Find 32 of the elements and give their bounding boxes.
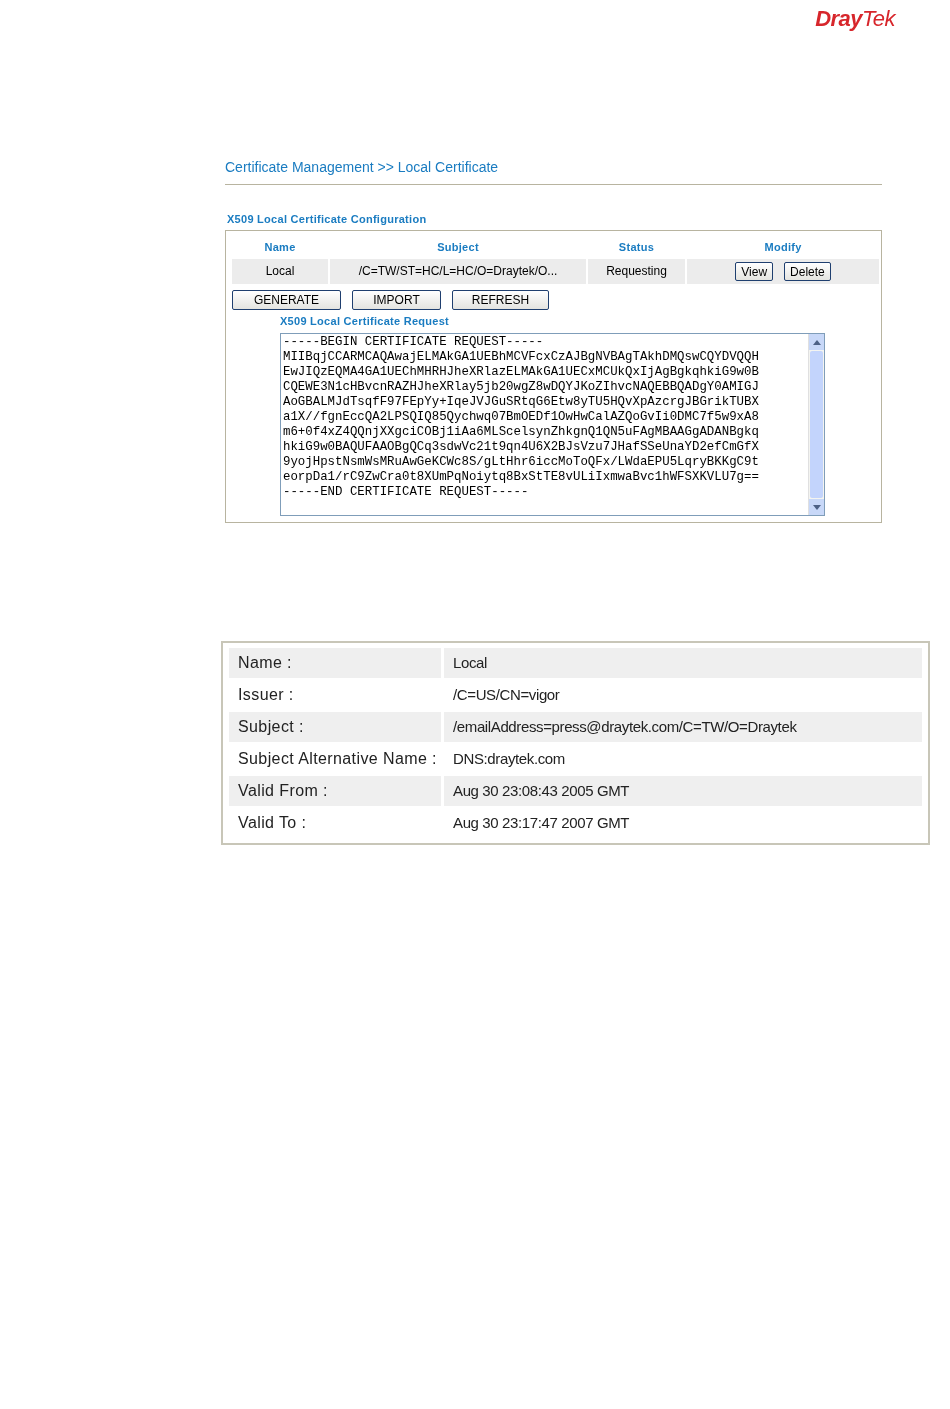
page-title: Certificate Management >> Local Certificate xyxy=(225,158,500,177)
scrollbar[interactable] xyxy=(808,334,824,515)
field-value: /C=US/CN=vigor xyxy=(452,684,561,705)
field-label: Issuer : xyxy=(237,685,295,705)
table-cell: Requesting xyxy=(588,258,685,284)
section-title: X509 Local Certificate Request xyxy=(280,313,451,329)
column-header: Name xyxy=(263,239,297,255)
field-value: /emailAddress=press@draytek.com/C=TW/O=Draytek xyxy=(444,712,922,742)
request-text-area[interactable]: -----BEGIN CERTIFICATE REQUEST----- MIIBqjCCARMCAQAwajELMAkGA1UEBhMCVFcxCzAJBgNVBAgTAkhDMQswCQYDVQQH EwJIQzEQMA4GA1UEChMHRHJheXRlazELMAkGA1UECxMCUkQxIjAgBgkqhkiG9w0B CQEWE3N1cHBvcnRAZHJheXRlay5jb20wgZ8wDQYJKoZIhvcNAQEBBQADgY0AMIGJ AoGBALMJdTsqfF97FEpYy+IqeJVJGuSRtqG6Etw8yTU5HQvXpAzcrgJBGrikTUBX a1X//fgnEccQA2LPSQIQ85Qychwq07BmOEDf1OwHwCalAZQoGvIi0DMC7f5w9xA8 m6+0f4xZ4QQnjXXgciCOBj1iAa6MLScelsynZhkgnQ1QN5uFAgMBAAGgADANBgkq hkiG9w0BAQUFAAOBgQCq3sdwVc21t9qn4U6X2BJsVzu7JHafSSeUnaYD2efCmGfX 9yojHpstNsmWsMRuAwGeKCWc8S/gLtHhr6iccMoToQFx/LWdaEPU5LqryBKKgC9t eorpDa1/rC9ZwCra0t8XUmPqNoiytq8BxStTE8vULiIxmwaBvc1hWFSXKVLU7g== -----END CERTIFICATE REQUEST----- xyxy=(280,333,825,516)
scroll-down-icon[interactable] xyxy=(812,504,821,510)
field-label: Subject Alternative Name : xyxy=(237,749,438,769)
field-label: Subject : xyxy=(229,712,441,742)
field-value: DNS:draytek.com xyxy=(452,748,566,769)
field-value: Aug 30 23:17:47 2007 GMT xyxy=(452,812,631,833)
field-value: Local xyxy=(444,648,922,678)
field-label: Valid From : xyxy=(229,776,441,806)
action-button[interactable]: IMPORT xyxy=(352,289,441,310)
table-cell: Local xyxy=(232,258,328,284)
scroll-up-icon[interactable] xyxy=(812,339,821,345)
field-value: Aug 30 23:08:43 2005 GMT xyxy=(444,776,922,806)
field-label: Name : xyxy=(229,648,441,678)
table-cell: /C=TW/ST=HC/L=HC/O=Draytek/O... xyxy=(330,258,586,284)
field-label: Valid To : xyxy=(237,813,308,833)
logo: DrayTek xyxy=(815,5,895,33)
column-header: Status xyxy=(617,239,656,255)
delete-button[interactable]: Delete xyxy=(784,261,831,281)
column-header: Subject xyxy=(436,239,480,255)
action-button[interactable]: REFRESH xyxy=(452,289,549,310)
action-button[interactable]: GENERATE xyxy=(232,289,341,310)
view-button[interactable]: View xyxy=(735,261,774,281)
column-header: Modify xyxy=(763,239,803,255)
section-title: X509 Local Certificate Configuration xyxy=(227,212,428,227)
